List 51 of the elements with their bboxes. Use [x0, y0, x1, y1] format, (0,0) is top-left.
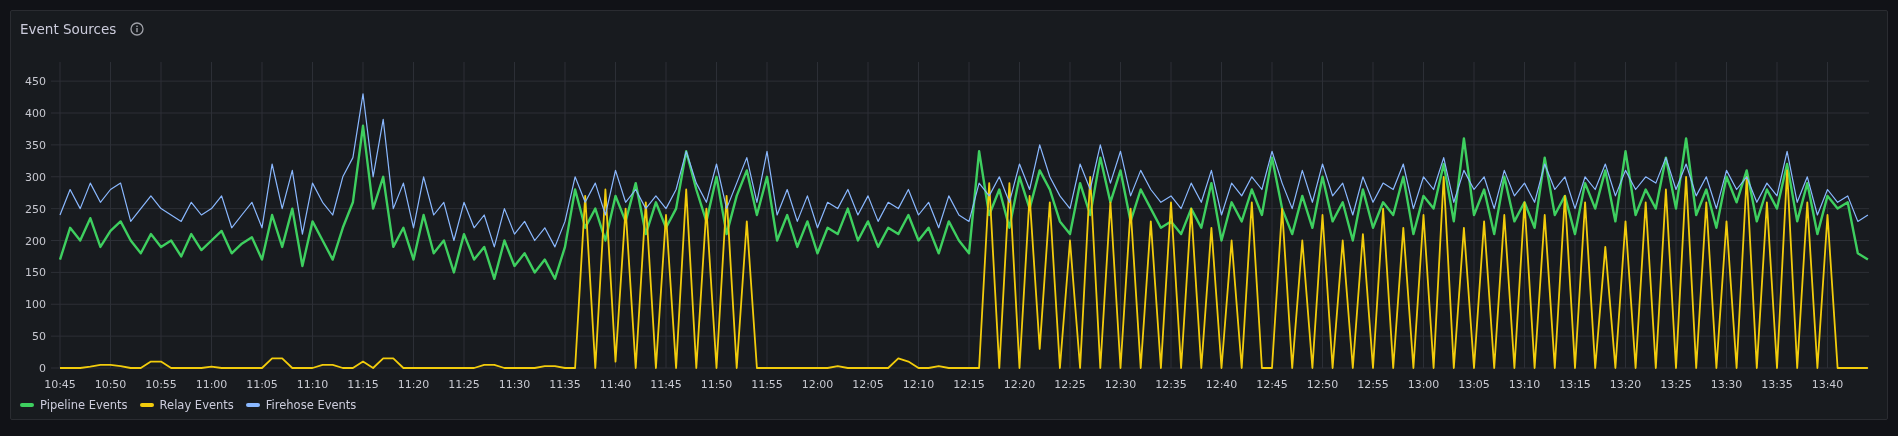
y-axis-label: 200	[25, 234, 46, 248]
y-axis-label: 0	[39, 362, 46, 375]
x-axis-label: 10:55	[145, 378, 177, 391]
x-axis-label: 12:10	[902, 378, 935, 391]
x-axis-label: 12:55	[1357, 378, 1389, 391]
x-axis-label: 13:10	[1508, 378, 1541, 391]
x-axis-label: 10:45	[44, 378, 76, 391]
x-axis-label: 13:30	[1710, 378, 1743, 391]
x-axis-label: 11:25	[448, 378, 480, 391]
x-axis-label: 11:35	[549, 378, 581, 391]
x-axis-label: 13:15	[1559, 378, 1591, 391]
x-axis-label: 11:05	[246, 378, 278, 391]
x-axis-label: 12:20	[1003, 378, 1036, 391]
x-axis-label: 11:00	[195, 378, 228, 391]
x-axis-label: 11:40	[599, 378, 632, 391]
legend-label[interactable]: Relay Events	[159, 398, 234, 412]
x-axis-label: 12:35	[1155, 378, 1187, 391]
x-axis-label: 11:45	[650, 378, 682, 391]
x-axis-label: 13:35	[1761, 378, 1793, 391]
y-axis-label: 250	[25, 202, 46, 216]
legend-label[interactable]: Pipeline Events	[40, 398, 128, 412]
y-axis-label: 100	[25, 298, 46, 312]
y-axis-label: 50	[32, 330, 46, 344]
x-axis-label: 11:50	[700, 378, 733, 391]
y-axis-label: 150	[25, 266, 46, 280]
panel-title: Event Sources	[20, 21, 117, 37]
x-axis-label: 13:40	[1811, 378, 1844, 391]
x-axis-label: 11:15	[347, 378, 379, 391]
x-axis-label: 11:10	[296, 378, 329, 391]
x-axis-label: 12:40	[1205, 378, 1238, 391]
x-axis-label: 12:15	[953, 378, 985, 391]
x-axis-label: 11:55	[751, 378, 783, 391]
info-icon[interactable]	[130, 22, 145, 36]
x-axis-label: 13:00	[1407, 378, 1440, 391]
x-axis-label: 12:05	[852, 378, 884, 391]
x-axis-label: 10:50	[94, 378, 127, 391]
x-axis-label: 12:25	[1054, 378, 1086, 391]
y-axis-label: 450	[25, 75, 46, 89]
x-axis-label: 12:50	[1306, 378, 1339, 391]
y-axis-label: 300	[25, 170, 46, 184]
x-axis-label: 12:30	[1104, 378, 1137, 391]
x-axis-label: 13:20	[1609, 378, 1642, 391]
y-axis-label: 400	[25, 107, 46, 120]
y-axis-label: 350	[25, 138, 46, 152]
x-axis-label: 13:05	[1458, 378, 1490, 391]
x-axis-label: 12:00	[801, 378, 834, 391]
x-axis-label: 13:25	[1660, 378, 1692, 391]
legend-label[interactable]: Firehose Events	[265, 398, 357, 412]
x-axis-label: 12:45	[1256, 378, 1288, 391]
x-axis-label: 11:20	[397, 378, 430, 391]
x-axis-label: 11:30	[498, 378, 531, 391]
